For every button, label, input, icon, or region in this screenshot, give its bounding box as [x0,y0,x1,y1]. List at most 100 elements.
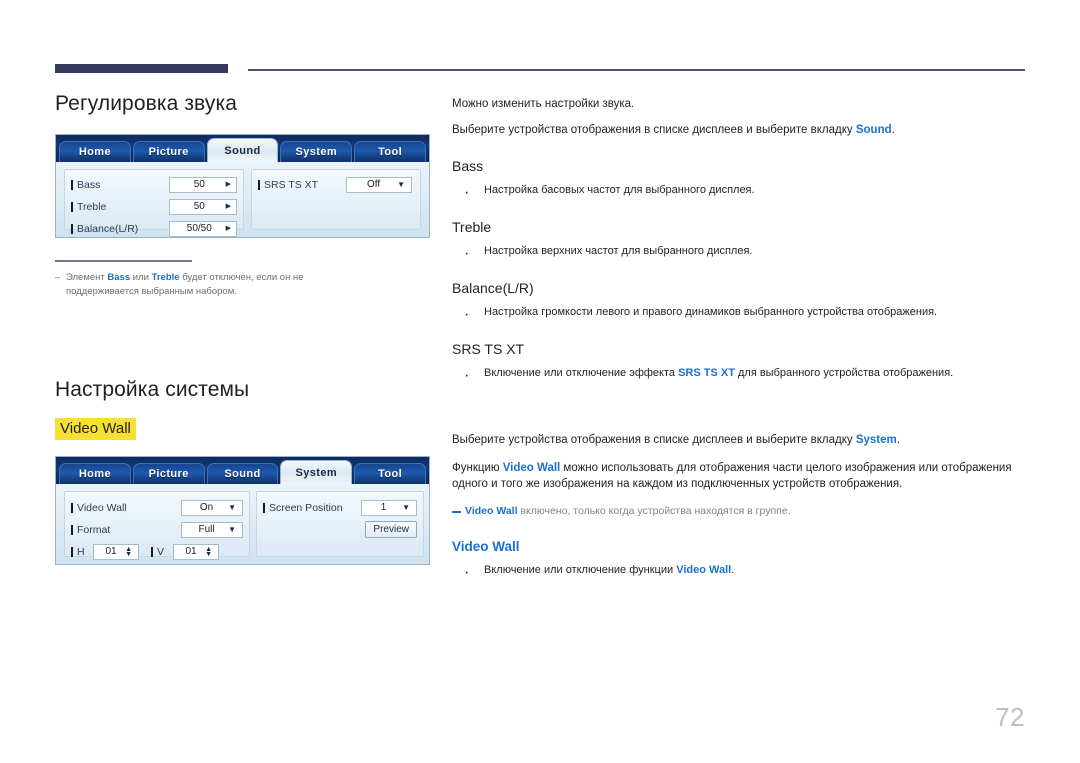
video-wall-link: Video Wall [502,461,561,474]
sound-note: – Элемент Bass или Treble будет отключен,… [55,271,304,298]
screen-position-dropdown[interactable]: 1 ▼ [361,499,417,516]
v-spinner[interactable]: 01 ▲ ▼ [173,543,219,560]
right-column: Можно изменить настройки звука. Выберите… [452,96,1028,584]
srs-ts-xt-link: SRS TS XT [678,367,735,380]
arrow-right-icon[interactable]: ▶ [226,225,233,232]
document-page: Регулировка звука Home Picture Sound Sys… [0,0,1080,763]
system-intro-1: Выберите устройства отображения в списке… [452,434,900,447]
field-tick-icon [71,524,73,535]
treble-value-field[interactable]: 50 ▶ [169,198,237,215]
heading-video-wall: Video Wall [452,539,520,555]
arrow-right-icon[interactable]: ▶ [226,181,233,188]
tab-system[interactable]: System [280,141,353,162]
sound-panel-right-group: SRS TS XT Off ▼ [251,169,421,230]
bullets-treble: Настройка верхних частот для выбранного … [452,242,1028,265]
system-panel: Video Wall On ▼ Format Full ▼ H 01 ▲ ▼ V… [56,484,429,565]
sound-panel: Bass 50 ▶ Treble 50 ▶ Balance(L/R) 50/50… [56,162,429,237]
sound-section-title: Регулировка звука [55,92,237,115]
chevron-down-icon[interactable]: ▼ [228,525,239,534]
list-item: Настройка басовых частот для выбранного … [452,181,1028,204]
list-item: Включение или отключение функции Video W… [452,561,1028,584]
header-rule [55,64,1025,74]
field-tick-icon [71,179,73,190]
list-item: Включение или отключение эффекта SRS TS … [452,364,1028,387]
field-row-treble: Treble 50 ▶ [71,196,237,217]
note-bold-bass: Bass [107,271,131,283]
bass-value-field[interactable]: 50 ▶ [169,176,237,193]
bullets-balance: Настройка громкости левого и правого дин… [452,303,1028,326]
preview-button[interactable]: Preview [365,521,417,539]
tab-picture[interactable]: Picture [132,141,205,162]
screen-position-label: Screen Position [263,502,361,514]
video-wall-highlight-label: Video Wall [55,417,136,441]
list-item: Настройка верхних частот для выбранного … [452,242,1028,265]
mockup-tabbar-sound: Home Picture Sound System Tool [56,135,429,162]
sound-settings-mockup: Home Picture Sound System Tool Bass 50 ▶… [55,134,430,238]
format-dropdown[interactable]: Full ▼ [181,521,243,538]
chevron-down-icon[interactable]: ▼ [228,503,239,512]
note-bold-treble: Treble [151,271,180,283]
heading-bass: Bass [452,158,484,175]
balance-label: Balance(L/R) [71,223,169,235]
field-row-format: Format Full ▼ [71,519,243,540]
video-wall-dropdown[interactable]: On ▼ [181,499,243,516]
field-tick-icon [71,201,73,212]
field-tick-icon [71,546,73,557]
tab-tool[interactable]: Tool [354,141,426,162]
tab-tool[interactable]: Tool [354,463,426,485]
arrow-right-icon[interactable]: ▶ [226,203,233,210]
field-row-video-wall: Video Wall On ▼ [71,497,243,518]
srs-ts-xt-label: SRS TS XT [258,179,346,191]
list-item: Настройка громкости левого и правого дин… [452,303,1028,326]
note-dash-icon [452,511,461,513]
page-number: 72 [995,702,1025,732]
field-tick-icon [71,223,73,234]
v-label: V [151,546,173,558]
chevron-down-icon[interactable]: ▼ [397,180,408,189]
video-wall-note-link: Video Wall [465,505,518,518]
field-tick-icon [263,502,265,513]
tab-sound[interactable]: Sound [206,138,279,162]
spinner-updown-icon[interactable]: ▲ ▼ [205,546,215,558]
sound-panel-left-group: Bass 50 ▶ Treble 50 ▶ Balance(L/R) 50/50… [64,169,244,237]
system-tab-link: System [855,434,897,447]
srs-ts-xt-dropdown[interactable]: Off ▼ [346,176,412,193]
tab-home[interactable]: Home [59,141,131,162]
field-row-balance: Balance(L/R) 50/50 ▶ [71,218,237,239]
tab-picture[interactable]: Picture [132,463,205,485]
sound-tab-link: Sound [855,123,892,136]
balance-value-field[interactable]: 50/50 ▶ [169,220,237,237]
tab-home[interactable]: Home [59,463,131,485]
system-section-title: Настройка системы [55,377,250,401]
video-wall-link: Video Wall [676,564,732,577]
header-rule-thin [248,69,1025,71]
system-intro-2: Функцию Video Wall можно использовать дл… [452,461,1012,491]
spinner-updown-icon[interactable]: ▲ ▼ [125,546,135,558]
format-label: Format [71,524,181,536]
field-row-srs: SRS TS XT Off ▼ [258,174,414,195]
tab-sound[interactable]: Sound [206,463,279,485]
system-panel-right-group: Screen Position 1 ▼ Preview [256,491,424,558]
treble-label: Treble [71,201,169,213]
field-tick-icon [151,546,153,557]
heading-treble: Treble [452,219,492,236]
heading-balance: Balance(L/R) [452,280,534,297]
mockup-tabbar-system: Home Picture Sound System Tool [56,457,429,485]
sound-note-block: – Элемент Bass или Treble будет отключен,… [55,260,355,300]
video-wall-group-note: Video Wall включено, только когда устрой… [452,504,1028,519]
heading-srs: SRS TS XT [452,341,525,358]
field-row-bass: Bass 50 ▶ [71,174,237,195]
chevron-down-icon[interactable]: ▼ [402,503,413,512]
system-settings-mockup: Home Picture Sound System Tool Video Wal… [55,456,430,566]
preview-row: Preview [263,519,417,540]
field-tick-icon [258,179,260,190]
left-column: Регулировка звука Home Picture Sound Sys… [55,92,435,566]
tab-system[interactable]: System [280,460,353,485]
field-row-hv: H 01 ▲ ▼ V 01 ▲ ▼ [71,541,243,562]
bullets-bass: Настройка басовых частот для выбранного … [452,181,1028,204]
bullets-video-wall: Включение или отключение функции Video W… [452,561,1028,584]
bullets-srs: Включение или отключение эффекта SRS TS … [452,364,1028,387]
h-spinner[interactable]: 01 ▲ ▼ [93,543,139,560]
sound-intro-2: Выберите устройства отображения в списке… [452,123,895,136]
